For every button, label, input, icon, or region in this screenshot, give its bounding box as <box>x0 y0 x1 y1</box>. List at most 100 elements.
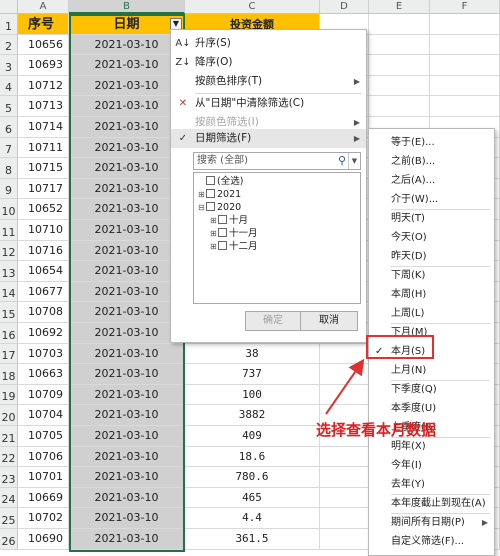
date-filter-item[interactable]: ✓ 日期筛选(F) ▶ <box>171 129 366 148</box>
checkbox-icon[interactable] <box>218 241 227 250</box>
column-header-b[interactable]: B <box>69 0 185 14</box>
cell[interactable] <box>430 75 500 97</box>
cell[interactable] <box>320 384 369 406</box>
submenu-item[interactable]: 上月(N) <box>369 361 494 380</box>
submenu-item[interactable]: ✓ 本月(S) <box>369 342 494 361</box>
submenu-item[interactable]: 去年(Y) <box>369 475 494 494</box>
cell[interactable] <box>369 75 430 97</box>
cell[interactable]: 2021-03-10 <box>69 137 185 159</box>
cell[interactable]: 409 <box>185 426 320 447</box>
row-header[interactable]: 26 <box>0 529 18 550</box>
expand-icon[interactable]: ⊞ <box>210 227 218 240</box>
row-header[interactable]: 22 <box>0 446 18 468</box>
cell[interactable]: 2021-03-10 <box>69 34 185 56</box>
cell[interactable] <box>430 14 500 35</box>
checkbox-icon[interactable] <box>218 215 227 224</box>
cell[interactable]: 100 <box>185 384 320 406</box>
checkbox-icon[interactable] <box>218 228 227 237</box>
cell[interactable]: 2021-03-10 <box>69 405 185 426</box>
sort-ascending-item[interactable]: A↓ 升序(S) <box>171 34 366 53</box>
cell[interactable]: 2021-03-10 <box>69 467 185 488</box>
submenu-item[interactable]: 下月(M) <box>369 323 494 342</box>
cell[interactable]: 780.6 <box>185 467 320 488</box>
row-header[interactable]: 11 <box>0 220 18 241</box>
column-header-a[interactable]: A <box>18 0 69 14</box>
tree-item-2021[interactable]: ⊞ 2021 <box>198 188 241 201</box>
row-header[interactable]: 19 <box>0 384 18 406</box>
header-cell-b[interactable]: 日期 ▼ <box>69 14 185 35</box>
cell[interactable]: 465 <box>185 487 320 509</box>
cell[interactable] <box>320 487 369 509</box>
cell[interactable]: 737 <box>185 364 320 385</box>
row-header[interactable]: 18 <box>0 364 18 385</box>
cell[interactable]: 10712 <box>18 75 69 97</box>
cell[interactable]: 10713 <box>18 96 69 117</box>
cell[interactable] <box>369 55 430 76</box>
column-header-f[interactable]: F <box>430 0 500 14</box>
checkbox-icon[interactable] <box>206 176 215 185</box>
submenu-item[interactable]: 今年(I) <box>369 456 494 475</box>
cell[interactable]: 10701 <box>18 467 69 488</box>
cell[interactable]: 3882 <box>185 405 320 426</box>
cell[interactable]: 10652 <box>18 199 69 220</box>
cell[interactable]: 2021-03-10 <box>69 117 185 138</box>
tree-item-october[interactable]: ⊞ 十月 <box>210 214 248 227</box>
tree-item-2020[interactable]: ⊟ 2020 <box>198 201 241 214</box>
row-header[interactable]: 7 <box>0 137 18 159</box>
submenu-item[interactable]: 本季度(U) <box>369 399 494 418</box>
cell[interactable] <box>320 446 369 468</box>
cell[interactable] <box>430 34 500 56</box>
cell[interactable]: 2021-03-10 <box>69 302 185 323</box>
search-dropdown-icon[interactable]: ▼ <box>348 153 360 169</box>
cell[interactable]: 10702 <box>18 508 69 529</box>
cell[interactable] <box>320 508 369 529</box>
cell[interactable]: 10690 <box>18 529 69 550</box>
submenu-item[interactable]: 之后(A)... <box>369 171 494 190</box>
row-header[interactable]: 16 <box>0 323 18 344</box>
cell[interactable]: 2021-03-10 <box>69 158 185 179</box>
row-header[interactable]: 4 <box>0 75 18 97</box>
submenu-item[interactable]: 上周(L) <box>369 304 494 323</box>
column-header-c[interactable]: C <box>185 0 320 14</box>
row-header[interactable]: 6 <box>0 117 18 138</box>
cell[interactable]: 10677 <box>18 281 69 303</box>
cell[interactable]: 2021-03-10 <box>69 75 185 97</box>
cell[interactable]: 10706 <box>18 446 69 468</box>
cell[interactable]: 10656 <box>18 34 69 56</box>
cell[interactable]: 10663 <box>18 364 69 385</box>
submenu-item[interactable]: 期间所有日期(P) ▶ <box>369 513 494 532</box>
cell[interactable]: 2021-03-10 <box>69 240 185 262</box>
row-header[interactable]: 23 <box>0 467 18 488</box>
cell[interactable]: 2021-03-10 <box>69 96 185 117</box>
cell[interactable] <box>369 14 430 35</box>
cell[interactable] <box>320 364 369 385</box>
cell[interactable]: 10703 <box>18 343 69 365</box>
row-header[interactable]: 20 <box>0 405 18 426</box>
cell[interactable]: 2021-03-10 <box>69 343 185 365</box>
row-header[interactable]: 5 <box>0 96 18 117</box>
cell[interactable]: 10716 <box>18 240 69 262</box>
clear-filter-item[interactable]: ✕ 从"日期"中清除筛选(C) <box>171 94 366 113</box>
row-header[interactable]: 1 <box>0 14 18 35</box>
expand-icon[interactable]: ⊞ <box>210 240 218 253</box>
cell[interactable]: 2021-03-10 <box>69 426 185 447</box>
row-header[interactable]: 14 <box>0 281 18 303</box>
row-header[interactable]: 8 <box>0 158 18 179</box>
cell[interactable]: 10715 <box>18 158 69 179</box>
submenu-item[interactable]: 明天(T) <box>369 209 494 228</box>
cell[interactable]: 2021-03-10 <box>69 220 185 241</box>
cell[interactable]: 10654 <box>18 261 69 282</box>
cell[interactable]: 10711 <box>18 137 69 159</box>
sort-by-color-item[interactable]: 按颜色排序(T) ▶ <box>171 72 366 91</box>
cell[interactable] <box>369 34 430 56</box>
cell[interactable]: 2021-03-10 <box>69 178 185 200</box>
row-header[interactable]: 15 <box>0 302 18 323</box>
cell[interactable]: 2021-03-10 <box>69 199 185 220</box>
submenu-item[interactable]: 下周(K) <box>369 266 494 285</box>
cell[interactable]: 2021-03-10 <box>69 364 185 385</box>
cell[interactable]: 2021-03-10 <box>69 384 185 406</box>
row-header[interactable]: 13 <box>0 261 18 282</box>
submenu-item[interactable]: 本年度截止到现在(A) <box>369 494 494 513</box>
row-header[interactable]: 3 <box>0 55 18 76</box>
submenu-item[interactable]: 昨天(D) <box>369 247 494 266</box>
